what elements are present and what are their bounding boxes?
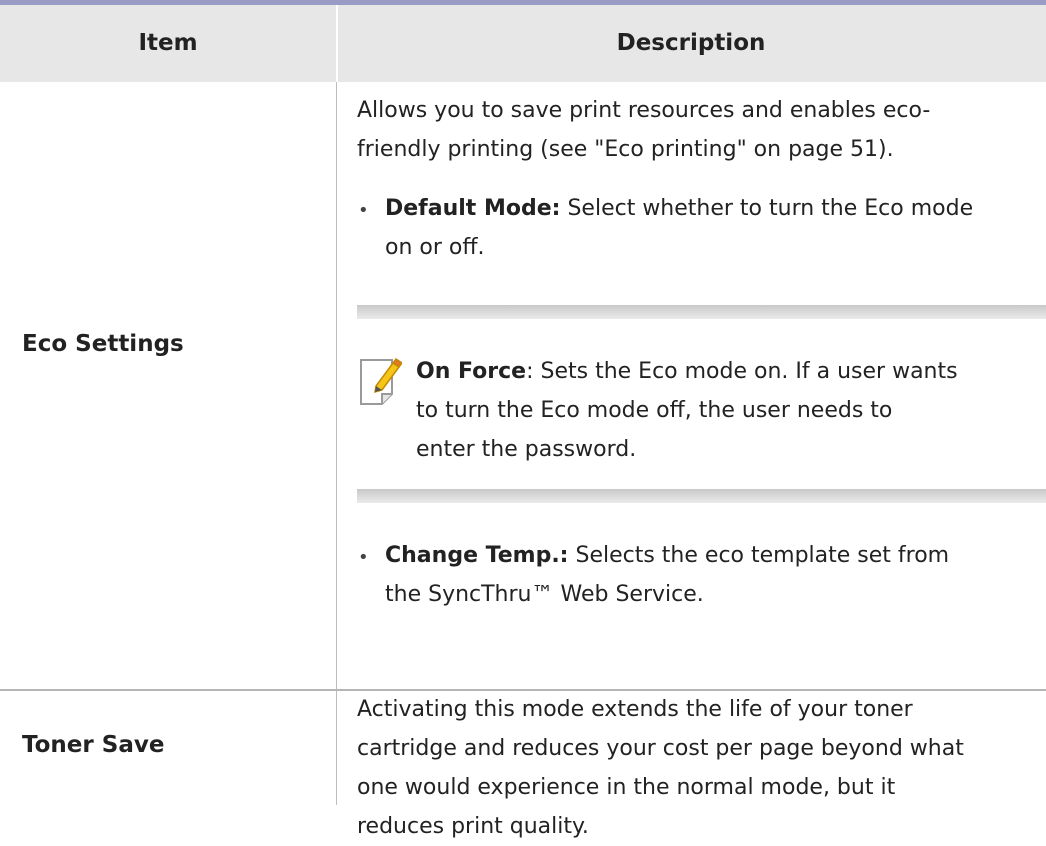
- note-line: to turn the Eco mode off, the user needs…: [416, 398, 893, 423]
- bullet-term: Change Temp.:: [385, 543, 569, 568]
- column-header-description: Description: [616, 30, 766, 56]
- description-line: reduces print quality.: [357, 814, 589, 839]
- bullet-line: Default Mode: Select whether to turn the…: [385, 189, 1046, 228]
- bullet-line-text: Selects the eco template set from: [575, 543, 950, 568]
- description-line: Activating this mode extends the life of…: [357, 697, 913, 722]
- bullet-line-text: Select whether to turn the Eco mode: [567, 196, 974, 221]
- row-item-label: Eco Settings: [22, 331, 184, 357]
- table-header: Item Description: [0, 5, 1046, 82]
- note-text: On Force: Sets the Eco mode on. If a use…: [416, 352, 1046, 469]
- note-icon: [360, 357, 402, 405]
- bullet-text: Change Temp.: Selects the eco template s…: [385, 536, 1046, 614]
- note-line: enter the password.: [416, 437, 637, 462]
- bullet-line: the SyncThru™ Web Service.: [385, 582, 704, 607]
- bullet-text: Default Mode: Select whether to turn the…: [385, 189, 1046, 267]
- description-text: Activating this mode extends the life of…: [357, 690, 1046, 846]
- note-term: On Force: [416, 359, 527, 384]
- bullet-term: Default Mode:: [385, 196, 561, 221]
- description-text: Allows you to save print resources and e…: [357, 91, 1046, 169]
- description-line: cartridge and reduces your cost per page…: [357, 736, 964, 761]
- note-line-text: : Sets the Eco mode on. If a user wants: [526, 359, 958, 384]
- description-line: friendly printing (see "Eco printing" on…: [357, 137, 894, 162]
- row-item-label: Toner Save: [22, 732, 165, 758]
- description-line: Allows you to save print resources and e…: [357, 98, 931, 123]
- column-header-item: Item: [138, 30, 198, 56]
- bullet-marker: •: [358, 547, 369, 568]
- bullet-line: Change Temp.: Selects the eco template s…: [385, 536, 1046, 575]
- description-line: one would experience in the normal mode,…: [357, 775, 896, 800]
- column-divider: [336, 82, 337, 689]
- note-top-bar: [357, 305, 1046, 319]
- bullet-marker: •: [358, 200, 369, 221]
- column-divider: [336, 691, 337, 805]
- note-line: On Force: Sets the Eco mode on. If a use…: [416, 352, 1046, 391]
- bullet-line: on or off.: [385, 235, 485, 260]
- note-bottom-bar: [357, 489, 1046, 503]
